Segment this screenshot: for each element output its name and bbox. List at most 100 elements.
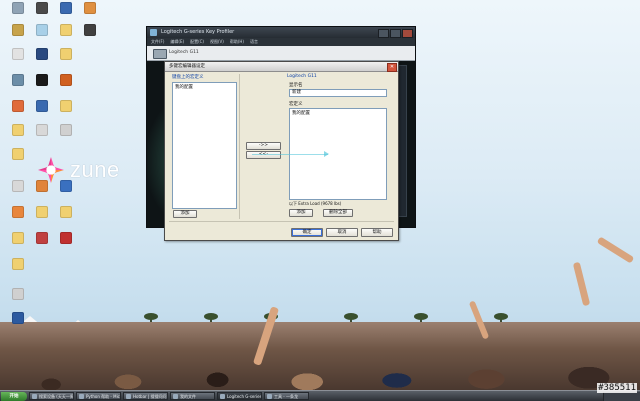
start-button[interactable]: 开始 — [1, 391, 27, 401]
remove-all-button[interactable]: 删除全部 — [323, 209, 353, 217]
desktop-icon[interactable] — [54, 180, 78, 193]
taskbar-item[interactable]: Hotbar | 搜搜问问… — [123, 392, 168, 400]
profile-name: Logitech G11 — [169, 50, 199, 55]
left-list-header: 键盘上的宏定义 — [172, 75, 204, 80]
help-button[interactable]: 帮助 — [361, 228, 393, 237]
desktop-icon[interactable] — [54, 24, 78, 37]
desktop-icon[interactable] — [30, 24, 54, 37]
app-shortcut-icon — [12, 232, 24, 244]
menu-file[interactable]: 文件(F) — [151, 38, 164, 46]
app-shortcut-icon — [36, 74, 48, 86]
left-add-button[interactable]: 添加 — [173, 210, 197, 218]
close-button[interactable] — [402, 29, 413, 38]
macro-editor-dialog[interactable]: 多键宏编辑器设定 ✕ 键盘上的宏定义 我的配置 添加 ->> <<- Logit… — [164, 61, 399, 241]
cancel-button[interactable]: 取消 — [326, 228, 358, 237]
move-right-button[interactable]: ->> — [246, 142, 281, 150]
window-controls — [378, 29, 413, 38]
menu-edit[interactable]: 编辑(E) — [170, 38, 184, 46]
app-shortcut-icon — [60, 48, 72, 60]
app-shortcut-icon — [12, 258, 24, 270]
desktop-icon[interactable] — [30, 206, 54, 219]
desktop-icon[interactable] — [6, 74, 30, 87]
desktop-icon[interactable] — [54, 74, 78, 87]
taskbar-item[interactable]: 我的文件 — [170, 392, 215, 400]
app-shortcut-icon — [12, 206, 24, 218]
right-add-button[interactable]: 添加 — [289, 209, 313, 217]
desktop-icon[interactable] — [6, 100, 30, 113]
desktop-icon[interactable] — [30, 124, 54, 137]
minimize-button[interactable] — [378, 29, 389, 38]
app-shortcut-icon — [12, 180, 24, 192]
list-item[interactable]: 我的配置 — [290, 109, 386, 117]
desktop-icon[interactable] — [78, 2, 102, 15]
app-shortcut-icon — [12, 24, 24, 36]
app-shortcut-icon — [60, 232, 72, 244]
desktop-icon[interactable] — [30, 74, 54, 87]
desktop-icon[interactable] — [6, 258, 30, 271]
desktop-icon[interactable] — [30, 180, 54, 193]
keyboard-icon — [153, 49, 167, 59]
desktop-icon[interactable] — [6, 148, 30, 161]
desktop-icon[interactable] — [54, 2, 78, 15]
app-shortcut-icon — [60, 180, 72, 192]
app-shortcut-icon — [60, 74, 72, 86]
app-title: Logitech G-series Key Profiler — [161, 29, 235, 35]
desktop-icon[interactable] — [54, 124, 78, 137]
menu-language[interactable]: 语言 — [250, 38, 258, 46]
app-shortcut-icon — [36, 24, 48, 36]
menu-help[interactable]: 帮助(H) — [230, 38, 244, 46]
app-shortcut-icon — [60, 24, 72, 36]
desktop-icon[interactable] — [30, 2, 54, 15]
desktop-icon[interactable] — [54, 232, 78, 245]
profile-bar[interactable]: Logitech G11 — [147, 46, 415, 61]
desktop-icon[interactable] — [6, 124, 30, 137]
menu-view[interactable]: 视图(V) — [210, 38, 224, 46]
dialog-close-button[interactable]: ✕ — [387, 63, 397, 72]
taskbar-item[interactable]: Python 帮助 - Micro… — [76, 392, 121, 400]
maximize-button[interactable] — [390, 29, 401, 38]
desktop-icon[interactable] — [6, 2, 30, 15]
taskbar: 开始 搜索设备 (天天一周… Python 帮助 - Micro… Hotbar… — [0, 390, 640, 401]
app-shortcut-icon — [12, 124, 24, 136]
taskbar-item[interactable]: 工具 - 一条龙 — [264, 392, 309, 400]
desktop-icon[interactable] — [6, 48, 30, 61]
desktop-icon[interactable] — [54, 48, 78, 61]
desktop-icon[interactable] — [30, 232, 54, 245]
app-shortcut-icon — [36, 124, 48, 136]
app-shortcut-icon — [12, 48, 24, 60]
desktop-icon[interactable] — [6, 312, 30, 325]
image-id-watermark: #385511 — [597, 383, 637, 393]
app-shortcut-icon — [36, 206, 48, 218]
desktop-icon[interactable] — [6, 180, 30, 193]
crowd-photo — [0, 322, 640, 390]
source-macro-list[interactable]: 我的配置 — [172, 82, 237, 209]
ok-button[interactable]: 确定 — [291, 228, 323, 237]
target-label: 宏定义 — [289, 102, 303, 107]
list-item[interactable]: 我的配置 — [173, 83, 236, 91]
desktop-icon[interactable] — [78, 24, 102, 37]
desktop-icon[interactable] — [6, 232, 30, 245]
name-input[interactable]: 新建 — [289, 89, 387, 97]
menu-config[interactable]: 配置(C) — [190, 38, 204, 46]
app-shortcut-icon — [36, 180, 48, 192]
right-list-header: Logitech G11 — [287, 74, 317, 79]
desktop-icon[interactable] — [6, 288, 30, 301]
desktop-icon[interactable] — [30, 48, 54, 61]
app-shortcut-icon — [84, 2, 96, 14]
app-shortcut-icon — [12, 100, 24, 112]
move-left-button[interactable]: <<- — [246, 151, 281, 159]
taskbar-item[interactable]: 搜索设备 (天天一周… — [29, 392, 74, 400]
taskbar-item-active[interactable]: Logitech G-series Key… — [217, 392, 262, 400]
desktop-icon[interactable] — [6, 24, 30, 37]
desktop-icon[interactable] — [30, 100, 54, 113]
app-shortcut-icon — [12, 312, 24, 324]
app-shortcut-icon — [60, 2, 72, 14]
desktop-icon[interactable] — [54, 100, 78, 113]
dialog-title: 多键宏编辑器设定 — [169, 64, 205, 69]
desktop-icon[interactable] — [6, 206, 30, 219]
app-title-bar[interactable]: Logitech G-series Key Profiler — [147, 27, 415, 38]
app-shortcut-icon — [36, 100, 48, 112]
desktop-icon[interactable] — [54, 206, 78, 219]
dialog-title-bar[interactable]: 多键宏编辑器设定 ✕ — [165, 62, 398, 72]
divider — [169, 221, 394, 222]
